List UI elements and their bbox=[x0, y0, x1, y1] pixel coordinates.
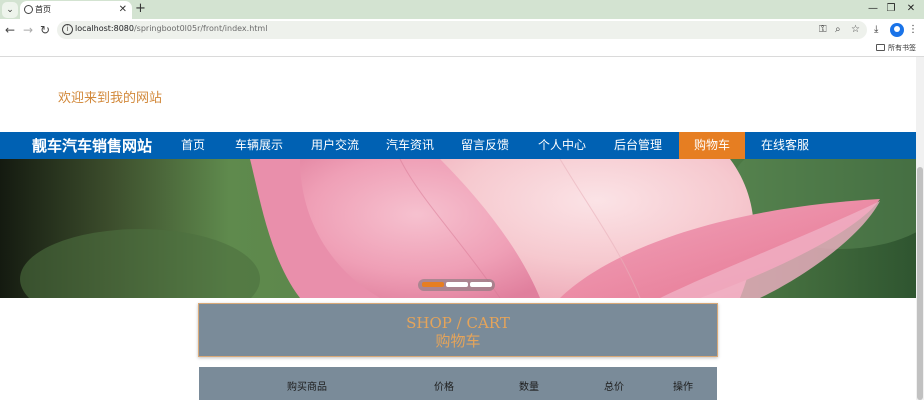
col-actions: 操作 bbox=[673, 382, 693, 393]
scrollbar-thumb[interactable] bbox=[917, 167, 923, 400]
col-product: 购买商品 bbox=[287, 382, 327, 393]
nav-item-cart[interactable]: 购物车 bbox=[679, 132, 745, 159]
nav-item-home[interactable]: 首页 bbox=[166, 132, 220, 159]
carousel-indicators bbox=[418, 279, 495, 291]
zoom-icon[interactable]: ⌕ bbox=[835, 23, 841, 37]
carousel-dot[interactable] bbox=[470, 282, 492, 287]
nav-item-community[interactable]: 用户交流 bbox=[302, 132, 368, 159]
close-window-button[interactable]: ✕ bbox=[904, 2, 918, 16]
restore-button[interactable]: ❐ bbox=[884, 2, 898, 16]
download-icon[interactable]: ⤓ bbox=[874, 23, 878, 37]
col-price: 价格 bbox=[434, 382, 454, 393]
section-title-en: SHOP / CART bbox=[406, 314, 510, 332]
carousel-dot[interactable] bbox=[422, 282, 444, 287]
address-bar[interactable]: i localhost:8080/springboot0l05r/front/i… bbox=[57, 21, 867, 39]
bookmarks-bar: 所有书签 bbox=[0, 41, 924, 57]
folder-icon bbox=[876, 44, 885, 51]
carousel-dot[interactable] bbox=[446, 282, 468, 287]
tab-title: 首页 bbox=[35, 5, 51, 14]
new-tab-button[interactable]: + bbox=[135, 1, 146, 17]
url-text[interactable]: localhost:8080/springboot0l05r/front/ind… bbox=[75, 24, 267, 33]
reload-button[interactable]: ↻ bbox=[38, 22, 52, 38]
main-nav: 靓车汽车销售网站 首页 车辆展示 用户交流 汽车资讯 留言反馈 个人中心 后台管… bbox=[0, 132, 916, 159]
minimize-button[interactable]: — bbox=[866, 2, 880, 16]
password-key-icon[interactable]: ⚿ bbox=[819, 23, 827, 37]
banner-carousel[interactable] bbox=[0, 159, 916, 298]
col-quantity: 数量 bbox=[519, 382, 539, 393]
nav-item-admin[interactable]: 后台管理 bbox=[605, 132, 671, 159]
site-info-icon[interactable]: i bbox=[62, 24, 73, 35]
bookmark-star-icon[interactable]: ☆ bbox=[851, 23, 860, 37]
cart-section-heading: SHOP / CART 购物车 bbox=[198, 303, 718, 357]
tab-search-button[interactable]: ⌄ bbox=[2, 2, 18, 18]
menu-icon[interactable]: ⋮ bbox=[908, 23, 918, 37]
all-bookmarks-button[interactable]: 所有书签 bbox=[876, 43, 916, 53]
nav-item-profile[interactable]: 个人中心 bbox=[529, 132, 595, 159]
page-scrollbar[interactable] bbox=[916, 57, 924, 400]
globe-icon bbox=[24, 5, 33, 14]
section-title-cn: 购物车 bbox=[435, 332, 481, 350]
browser-tab-strip: ⌄ 首页 ✕ + — ❐ ✕ bbox=[0, 0, 924, 19]
forward-button[interactable]: → bbox=[21, 22, 35, 38]
welcome-text: 欢迎来到我的网站 bbox=[58, 91, 163, 106]
address-toolbar: ← → ↻ i localhost:8080/springboot0l05r/f… bbox=[0, 19, 924, 41]
nav-item-news[interactable]: 汽车资讯 bbox=[377, 132, 443, 159]
browser-tab[interactable]: 首页 ✕ bbox=[20, 1, 132, 19]
site-title[interactable]: 靓车汽车销售网站 bbox=[32, 135, 152, 156]
profile-avatar[interactable] bbox=[890, 23, 904, 37]
page-viewport: 欢迎来到我的网站 靓车汽车销售网站 首页 车辆展示 用户交流 汽车资讯 留言反馈… bbox=[0, 57, 916, 400]
nav-item-support[interactable]: 在线客服 bbox=[752, 132, 818, 159]
cart-table-header: 购买商品 价格 数量 总价 操作 bbox=[199, 367, 717, 400]
lotus-banner-image bbox=[0, 159, 916, 298]
back-button[interactable]: ← bbox=[3, 22, 17, 38]
nav-item-feedback[interactable]: 留言反馈 bbox=[452, 132, 518, 159]
nav-item-vehicles[interactable]: 车辆展示 bbox=[226, 132, 292, 159]
col-total: 总价 bbox=[604, 382, 624, 393]
close-tab-icon[interactable]: ✕ bbox=[119, 3, 127, 17]
